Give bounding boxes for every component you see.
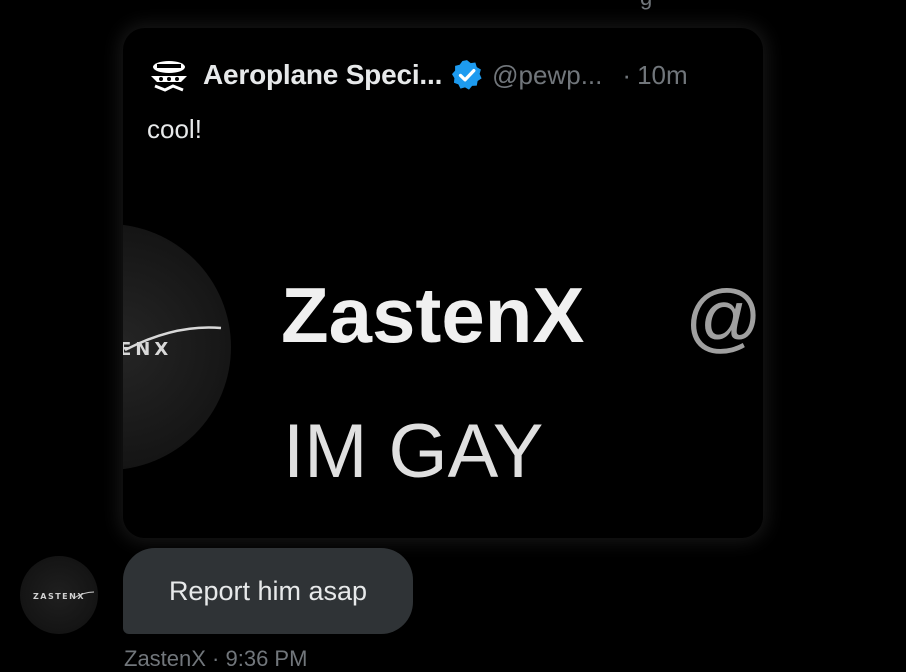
message-text: Report him asap bbox=[168, 575, 368, 606]
author-avatar-logo-icon[interactable] bbox=[147, 56, 191, 94]
author-name[interactable]: Aeroplane Speci... bbox=[203, 59, 442, 91]
author-handle[interactable]: @pewp... bbox=[492, 60, 602, 91]
image-display-name: ZastenX bbox=[281, 271, 585, 359]
quoted-post-card[interactable]: Aeroplane Speci... @pewp... · 10m cool! … bbox=[123, 28, 763, 538]
message-meta-cut-text: ZastenX · 9:36 PM bbox=[124, 646, 308, 671]
post-timestamp[interactable]: 10m bbox=[637, 60, 688, 91]
sender-avatar[interactable]: ZASTENX bbox=[20, 556, 98, 634]
image-avatar-circle: ENX bbox=[123, 224, 231, 470]
sender-avatar-logo-icon: ZASTENX bbox=[33, 591, 95, 601]
quoted-post-text: cool! bbox=[147, 114, 202, 144]
image-handle-fragment: @ bbox=[685, 275, 763, 360]
verified-badge-icon bbox=[452, 60, 482, 90]
previous-message-cut-text: g bbox=[640, 0, 652, 11]
message-bubble[interactable]: Report him asap bbox=[123, 548, 413, 634]
image-message-text: IM GAY bbox=[283, 409, 544, 494]
header-separator: · bbox=[622, 59, 632, 90]
zastenx-logo-icon: ENX bbox=[123, 326, 222, 360]
quoted-post-image[interactable]: ENX ZastenX @ IM GAY bbox=[123, 204, 763, 538]
quoted-post-header: Aeroplane Speci... @pewp... · 10m bbox=[147, 56, 747, 94]
image-avatar-logo-text: ENX bbox=[123, 339, 172, 360]
